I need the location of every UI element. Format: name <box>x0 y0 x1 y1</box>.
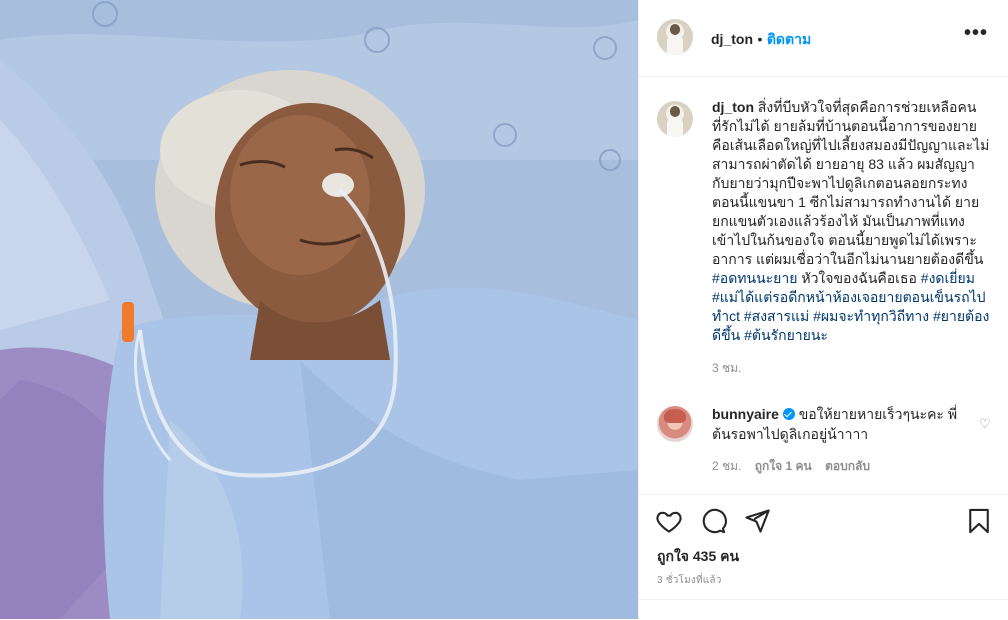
comment-item: bunnyaire ขอให้ยายหายเร็วๆนะคะ พี่ต้นรอพ… <box>712 404 972 476</box>
more-options-icon[interactable]: ••• <box>964 23 988 50</box>
verified-badge-icon <box>782 408 795 420</box>
separator-dot: • <box>757 31 763 47</box>
caption-hashtag-first[interactable]: #อดทนนะยาย <box>712 270 797 286</box>
author-avatar[interactable] <box>657 19 693 55</box>
post-sidebar: dj_ton • ติดตาม ••• dj_ton สิ่งที่บีบหัว… <box>638 0 1008 619</box>
likes-count[interactable]: ถูกใจ 435 คน <box>657 546 739 568</box>
author-line: dj_ton • ติดตาม <box>711 29 811 51</box>
post-caption: dj_ton สิ่งที่บีบหัวใจที่สุดคือการช่วยเห… <box>712 98 992 378</box>
comment-meta: 2 ชม. ถูกใจ 1 คน ตอบกลับ <box>712 456 972 476</box>
post-actions: ถูกใจ 435 คน 3 ชั่วโมงที่แล้ว <box>639 494 1008 620</box>
heart-outline-icon[interactable] <box>655 507 683 535</box>
follow-button[interactable]: ติดตาม <box>767 31 811 47</box>
caption-avatar[interactable] <box>657 101 693 137</box>
bookmark-icon[interactable] <box>965 507 993 535</box>
comment-like-heart-icon[interactable]: ♡ <box>979 416 991 432</box>
post-timestamp: 3 ชั่วโมงที่แล้ว <box>657 575 722 586</box>
caption-username[interactable]: dj_ton <box>712 99 754 115</box>
comment-likes[interactable]: ถูกใจ 1 คน <box>755 459 812 473</box>
caption-text: สิ่งที่บีบหัวใจที่สุดคือการช่วยเหลือคนที… <box>712 99 990 267</box>
photo-illustration <box>0 0 638 619</box>
post-header: dj_ton • ติดตาม ••• <box>639 0 1008 77</box>
commenter-avatar[interactable] <box>657 406 693 442</box>
paper-plane-icon[interactable] <box>743 507 771 535</box>
comment-username[interactable]: bunnyaire <box>712 406 779 422</box>
post-photo[interactable] <box>0 0 638 619</box>
reply-button[interactable]: ตอบกลับ <box>825 459 870 473</box>
caption-age: 3 ชม. <box>712 361 742 375</box>
comment-bubble-icon[interactable] <box>699 507 727 535</box>
caption-text-after: หัวใจของฉันคือเธอ <box>801 270 917 286</box>
instagram-post-view: dj_ton • ติดตาม ••• dj_ton สิ่งที่บีบหัว… <box>0 0 1008 619</box>
divider <box>639 599 1008 600</box>
comment-age: 2 ชม. <box>712 459 742 473</box>
author-username[interactable]: dj_ton <box>711 31 753 47</box>
